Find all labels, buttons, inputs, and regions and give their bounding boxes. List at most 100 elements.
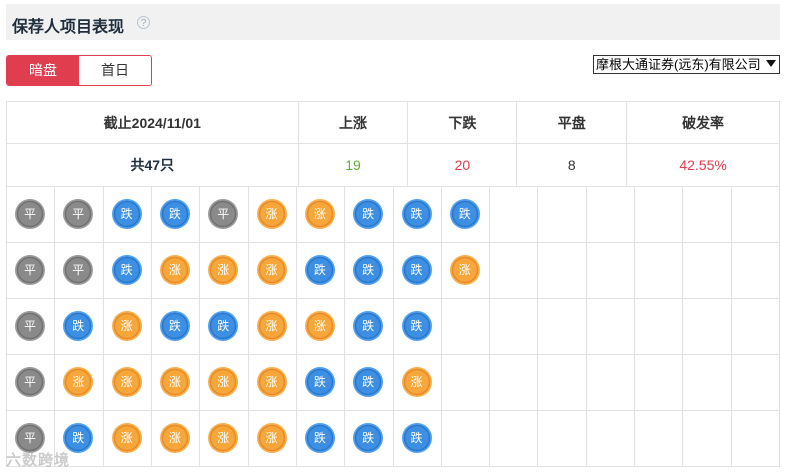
result-ball-down: 跌 (304, 423, 335, 453)
grid-cell: 跌 (345, 243, 394, 299)
grid-cell: 涨 (55, 355, 104, 411)
stats-up-count: 19 (297, 143, 409, 187)
grid-cell: 涨 (151, 243, 201, 299)
grid-cell: 涨 (103, 355, 152, 411)
grid-cell: 跌 (345, 355, 394, 411)
grid-cell: 平 (7, 187, 56, 243)
result-ball-up: 涨 (111, 423, 142, 453)
result-ball-flat: 平 (63, 199, 94, 229)
result-ball-up: 涨 (304, 311, 335, 341)
grid-cell (490, 411, 539, 467)
result-ball-flat: 平 (15, 199, 45, 229)
grid-cell (586, 411, 636, 467)
result-ball-down: 跌 (401, 423, 432, 453)
grid-cell: 涨 (248, 411, 297, 467)
grid-cell: 涨 (296, 299, 346, 355)
tab-first-day[interactable]: 首日 (79, 56, 151, 85)
section-title: 保荐人项目表现 (12, 19, 125, 36)
result-ball-up: 涨 (304, 199, 335, 229)
stats-header-flat: 平盘 (516, 101, 628, 144)
result-ball-up: 涨 (63, 367, 94, 397)
grid-cell (683, 299, 732, 355)
stats-down-count: 20 (407, 143, 518, 187)
grid-cell (586, 187, 636, 243)
grid-cell: 跌 (200, 299, 249, 355)
grid-cell: 涨 (200, 243, 249, 299)
result-ball-up: 涨 (159, 255, 190, 285)
grid-cell (538, 187, 587, 243)
result-ball-flat: 平 (208, 199, 239, 229)
grid-cell (635, 299, 684, 355)
grid-cell: 涨 (103, 411, 152, 467)
grid-cell: 跌 (345, 299, 394, 355)
result-ball-down: 跌 (304, 255, 335, 285)
grid-cell (490, 187, 539, 243)
result-ball-flat: 平 (15, 311, 45, 341)
grid-cell (731, 243, 780, 299)
stats-header-up: 上涨 (297, 101, 409, 144)
stats-total: 共47只 (6, 143, 299, 187)
result-ball-down: 跌 (353, 367, 384, 397)
result-ball-up: 涨 (449, 255, 480, 285)
grid-cell (635, 243, 684, 299)
result-ball-down: 跌 (63, 311, 94, 341)
grid-cell: 跌 (55, 299, 104, 355)
result-ball-down: 跌 (353, 199, 384, 229)
result-ball-down: 跌 (353, 423, 384, 453)
grid-cell: 涨 (248, 355, 297, 411)
grid-cell: 跌 (393, 299, 442, 355)
result-ball-down: 跌 (401, 311, 432, 341)
result-ball-flat: 平 (63, 255, 94, 285)
result-ball-down: 跌 (401, 199, 432, 229)
result-ball-up: 涨 (111, 311, 142, 341)
result-ball-up: 涨 (208, 367, 239, 397)
stats-table: 截止2024/11/01 上涨 下跌 平盘 破发率 共47只 19 20 8 4… (6, 101, 780, 187)
result-ball-up: 涨 (208, 423, 239, 453)
result-ball-up: 涨 (256, 311, 287, 341)
result-ball-up: 涨 (256, 199, 287, 229)
grid-cell: 涨 (200, 411, 249, 467)
broker-select[interactable]: 摩根大通证券(远东)有限公司 (593, 55, 780, 74)
stats-header-down: 下跌 (407, 101, 518, 144)
grid-cell (683, 243, 732, 299)
broker-select-value: 摩根大通证券(远东)有限公司 (596, 57, 761, 72)
grid-cell: 涨 (393, 355, 442, 411)
grid-cell: 跌 (393, 187, 442, 243)
result-ball-up: 涨 (111, 367, 142, 397)
grid-cell (586, 299, 636, 355)
grid-cell: 涨 (151, 355, 201, 411)
result-ball-up: 涨 (159, 423, 190, 453)
grid-cell: 跌 (151, 299, 201, 355)
grid-cell: 跌 (151, 187, 201, 243)
result-ball-down: 跌 (111, 199, 142, 229)
result-ball-down: 跌 (449, 199, 480, 229)
result-ball-up: 涨 (401, 367, 432, 397)
grid-cell: 跌 (441, 187, 491, 243)
grid-cell: 跌 (393, 411, 442, 467)
grid-cell: 平 (7, 299, 56, 355)
grid-cell (683, 355, 732, 411)
tab-dark-pool[interactable]: 暗盘 (7, 56, 79, 85)
grid-cell: 涨 (296, 187, 346, 243)
grid-cell: 平 (200, 187, 249, 243)
help-icon[interactable]: ? (137, 16, 150, 29)
grid-cell (490, 299, 539, 355)
watermark: 六数跨境 (6, 452, 71, 469)
grid-cell: 涨 (200, 355, 249, 411)
result-ball-down: 跌 (304, 367, 335, 397)
grid-cell (538, 243, 587, 299)
result-ball-down: 跌 (159, 311, 190, 341)
grid-cell (731, 299, 780, 355)
result-ball-down: 跌 (353, 311, 384, 341)
grid-cell (683, 187, 732, 243)
grid-cell: 跌 (345, 187, 394, 243)
grid-cell (586, 243, 636, 299)
grid-cell: 涨 (248, 187, 297, 243)
grid-cell: 涨 (248, 299, 297, 355)
grid-cell (538, 411, 587, 467)
grid-cell: 跌 (103, 187, 152, 243)
result-ball-down: 跌 (401, 255, 432, 285)
section-header: 保荐人项目表现 ? (6, 4, 780, 40)
result-ball-flat: 平 (15, 255, 45, 285)
grid-cell: 跌 (393, 243, 442, 299)
